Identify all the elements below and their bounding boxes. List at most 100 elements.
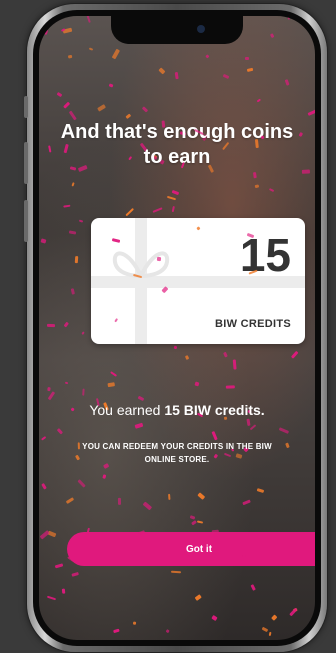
confetti-piece [256,488,264,494]
confetti-piece [254,184,260,188]
confetti-piece [69,110,77,121]
confetti-piece [197,492,205,500]
confetti-piece [268,188,274,193]
confetti-piece [40,238,47,244]
confetti-piece [141,106,149,113]
confetti-piece [170,570,181,574]
confetti-piece [118,498,122,506]
confetti-piece [269,33,275,39]
notch [111,16,243,44]
credits-unit-label: BIW CREDITS [214,318,291,330]
confetti-piece [261,626,269,632]
confetti-piece [205,54,210,59]
confetti-piece [46,323,56,327]
confetti-piece [190,519,197,526]
confetti-piece [40,435,47,441]
confetti-piece [174,71,179,80]
reward-title-line2: to earn [143,146,211,168]
confetti-piece [71,288,76,295]
confetti-piece [173,345,178,350]
phone-screen: And that's enough coins to earn 15 BIW C… [39,16,315,640]
confetti-piece [54,562,64,569]
confetti-piece [133,621,137,626]
confetti-piece [56,428,63,435]
confetti-piece [244,57,249,61]
confetti-piece [152,207,163,213]
mute-switch [24,96,28,118]
confetti-piece [222,73,230,80]
earned-amount: 15 BIW credits. [164,402,265,418]
reward-title: And that's enough coins to earn [39,120,315,170]
earned-prefix: You earned [89,402,165,418]
confetti-piece [156,256,161,261]
confetti-piece [284,79,290,86]
confetti-piece [271,615,278,622]
confetti-piece [232,359,237,370]
confetti-piece [111,48,121,60]
confetti-piece [135,422,144,429]
confetti-piece [113,628,121,634]
confetti-piece [97,104,106,112]
confetti-piece [74,255,78,264]
redeem-note: YOU CAN REDEEM YOUR CREDITS IN THE BIW O… [61,440,293,466]
confetti-piece [62,204,71,208]
confetti-piece [222,351,228,358]
confetti-piece [246,67,254,72]
confetti-piece [42,29,49,36]
confetti-piece [165,629,170,634]
confetti-piece [39,530,50,540]
confetti-piece [171,205,176,212]
confetti-piece [225,384,235,389]
confetti-piece [85,16,91,23]
confetti-piece [56,92,63,98]
volume-up-button [24,142,28,184]
confetti-piece [247,418,251,426]
front-camera [197,25,205,33]
confetti-piece [268,631,272,637]
confetti-piece [47,390,55,400]
confetti-piece [69,230,77,236]
confetti-piece [41,482,48,490]
confetti-piece [194,381,200,387]
confetti-piece [194,594,202,601]
confetti-piece [166,195,176,201]
confetti-piece [290,350,299,359]
confetti-piece [109,83,115,88]
confetti-piece [184,355,190,361]
confetti-piece [62,101,70,109]
confetti-piece [67,54,73,59]
confetti-piece [109,370,117,377]
confetti-piece [71,572,79,578]
confetti-piece [189,515,197,520]
reward-title-line1: And that's enough coins [60,121,294,143]
confetti-piece [168,494,171,501]
confetti-piece [61,588,66,595]
confetti-piece [289,607,298,616]
confetti-piece [71,182,75,187]
confetti-piece [252,172,257,179]
confetti-piece [63,321,70,328]
confetti-piece [302,170,311,175]
confetti-piece [308,109,315,116]
confetti-piece [88,47,93,51]
confetti-piece [242,499,251,506]
confetti-piece [279,427,289,434]
got-it-button[interactable]: Got it [67,532,315,566]
confetti-piece [241,554,247,557]
confetti-piece [107,382,115,388]
redeem-note-line2: ONLINE STORE. [144,455,210,464]
confetti-piece [256,98,261,103]
confetti-piece [211,614,218,621]
volume-down-button [24,200,28,242]
confetti-piece [171,190,179,196]
confetti-piece [287,16,290,20]
phone-frame: And that's enough coins to earn 15 BIW C… [24,4,327,652]
confetti-piece [142,501,153,510]
gift-card: 15 BIW CREDITS [91,218,305,344]
earned-message: You earned 15 BIW credits. [39,402,315,418]
confetti-piece [197,520,204,524]
confetti-piece [82,388,85,396]
confetti-piece [64,381,69,385]
confetti-piece [250,584,257,592]
confetti-piece [78,219,83,223]
